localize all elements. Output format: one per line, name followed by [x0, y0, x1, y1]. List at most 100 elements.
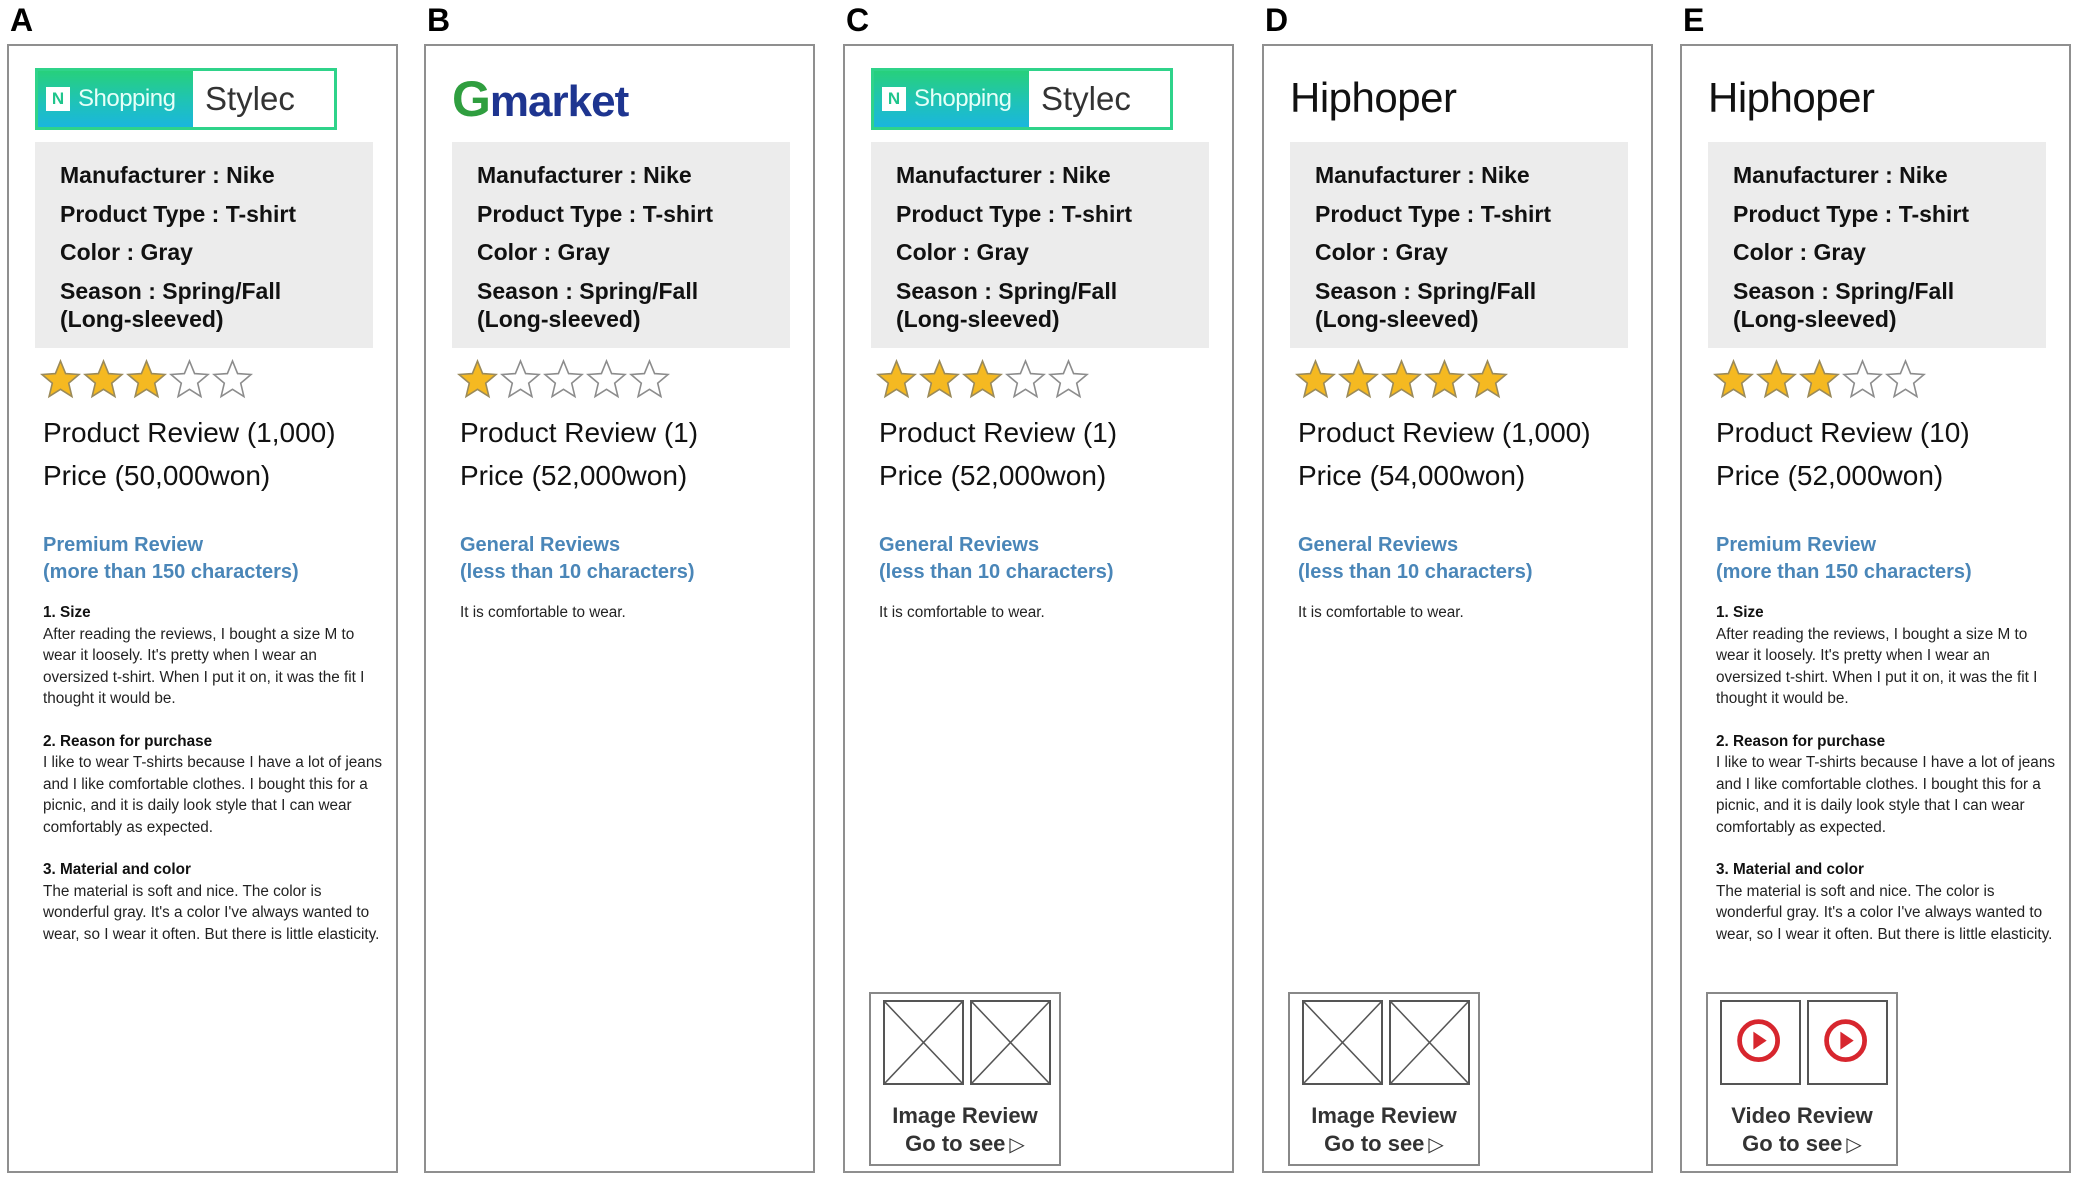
nshopping-stylec-logo: N Shopping Stylec	[35, 68, 337, 130]
review-type-heading: Premium Review (more than 150 characters…	[43, 532, 299, 586]
go-to-see-text: Go to see	[905, 1131, 1006, 1156]
spec-color: Color : Gray	[1733, 239, 1866, 265]
product-price: Price (52,000won)	[460, 460, 688, 491]
review-type-title: Premium Review	[1716, 534, 1877, 556]
store-name-logo: Hiphoper	[1708, 74, 1875, 121]
image-placeholder-icon	[1304, 1002, 1381, 1083]
review-section-text: I like to wear T-shirts because I have a…	[43, 754, 382, 836]
review-section-text: The material is soft and nice. The color…	[43, 882, 380, 943]
product-card: Hiphoper Manufacturer : Nike Product Typ…	[1680, 44, 2071, 1173]
spec-season-note: (Long-sleeved)	[896, 305, 1060, 332]
review-type-heading: General Reviews (less than 10 characters…	[1298, 532, 1533, 586]
image-thumbnail[interactable]	[970, 1000, 1051, 1085]
product-spec-box: Manufacturer : Nike Product Type : T-shi…	[1708, 142, 2046, 348]
gmarket-logo: Gmarket	[452, 70, 629, 128]
product-review-count[interactable]: Product Review (1)	[460, 417, 698, 449]
star-filled-icon	[1799, 359, 1840, 399]
arrow-right-icon: ▷	[1009, 1134, 1025, 1156]
panel-label: C	[846, 2, 870, 38]
product-spec-box: Manufacturer : Nike Product Type : T-shi…	[871, 142, 1209, 348]
star-filled-icon	[1338, 359, 1379, 399]
go-to-see-link[interactable]: Go to see ▷	[871, 1130, 1059, 1159]
spec-season-note: (Long-sleeved)	[60, 305, 224, 332]
image-review-link[interactable]: Image Review Go to see ▷	[869, 992, 1061, 1166]
media-review-label: Image Review Go to see ▷	[1290, 1102, 1478, 1159]
review-section-title: 2. Reason for purchase	[43, 732, 213, 750]
media-review-title: Image Review	[1311, 1103, 1457, 1128]
star-filled-icon	[1756, 359, 1797, 399]
product-card: Hiphoper Manufacturer : Nike Product Typ…	[1262, 44, 1653, 1173]
product-card: Gmarket Manufacturer : Nike Product Type…	[424, 44, 815, 1173]
image-review-link[interactable]: Image Review Go to see ▷	[1288, 992, 1480, 1166]
star-empty-icon	[543, 359, 584, 399]
product-price: Price (52,000won)	[879, 460, 1107, 491]
spec-color: Color : Gray	[477, 239, 610, 265]
star-rating	[1295, 359, 1508, 400]
review-section-title: 3. Material and color	[1716, 861, 1864, 878]
product-review-count[interactable]: Product Review (1,000)	[43, 417, 336, 449]
condition-panel-b: B Gmarket Manufacturer : Nike Product Ty…	[424, 0, 819, 1179]
product-review-count[interactable]: Product Review (10)	[1716, 417, 1970, 449]
panel-label: A	[10, 2, 34, 38]
store-logo-area: Hiphoper	[1290, 68, 1457, 134]
review-section-text: After reading the reviews, I bought a si…	[1716, 625, 2038, 708]
image-thumbnail[interactable]	[1389, 1000, 1470, 1085]
star-filled-icon	[126, 359, 167, 399]
review-type-title: General Reviews	[1298, 534, 1459, 556]
star-rating	[876, 359, 1089, 400]
video-thumbnail[interactable]	[1807, 1000, 1888, 1085]
store-logo-area: Hiphoper	[1708, 68, 1875, 134]
review-type-title: General Reviews	[460, 534, 621, 556]
naver-n-icon: N	[46, 87, 70, 111]
spec-product-type: Product Type : T-shirt	[477, 200, 713, 227]
spec-manufacturer: Manufacturer : Nike	[1733, 162, 1948, 188]
review-type-heading: General Reviews (less than 10 characters…	[460, 532, 695, 586]
star-empty-icon	[586, 359, 627, 399]
video-review-link[interactable]: Video Review Go to see ▷	[1706, 992, 1898, 1166]
star-rating	[40, 359, 253, 400]
spec-color: Color : Gray	[60, 239, 193, 265]
video-thumbnail[interactable]	[1720, 1000, 1801, 1085]
star-rating	[457, 359, 670, 400]
review-type-note: (less than 10 characters)	[879, 561, 1114, 583]
go-to-see-link[interactable]: Go to see ▷	[1708, 1130, 1896, 1159]
nshopping-stylec-logo: N Shopping Stylec	[871, 68, 1173, 130]
image-placeholder-icon	[972, 1002, 1049, 1083]
star-filled-icon	[876, 359, 917, 399]
review-section: 3. Material and color The material is so…	[1716, 859, 2056, 945]
play-button-icon	[1824, 1019, 1867, 1062]
nshopping-badge: N Shopping	[38, 71, 193, 127]
media-review-title: Image Review	[892, 1103, 1038, 1128]
image-thumbnail[interactable]	[1302, 1000, 1383, 1085]
review-type-note: (less than 10 characters)	[460, 561, 695, 583]
star-empty-icon	[500, 359, 541, 399]
arrow-right-icon: ▷	[1428, 1134, 1444, 1156]
product-review-count[interactable]: Product Review (1,000)	[1298, 417, 1591, 449]
review-section: 3. Material and color The material is so…	[43, 859, 383, 945]
spec-season-note: (Long-sleeved)	[1733, 305, 1897, 332]
star-filled-icon	[457, 359, 498, 399]
spec-season-note: (Long-sleeved)	[1315, 305, 1479, 332]
spec-product-type: Product Type : T-shirt	[60, 200, 296, 227]
product-price: Price (52,000won)	[1716, 460, 1944, 491]
panel-label: B	[427, 2, 451, 38]
image-placeholder-icon	[885, 1002, 962, 1083]
product-spec-box: Manufacturer : Nike Product Type : T-shi…	[1290, 142, 1628, 348]
spec-season-note: (Long-sleeved)	[477, 305, 641, 332]
go-to-see-link[interactable]: Go to see ▷	[1290, 1130, 1478, 1159]
product-review-count[interactable]: Product Review (1)	[879, 417, 1117, 449]
general-review-text: It is comfortable to wear.	[879, 604, 1045, 621]
store-logo-area: N Shopping Stylec	[35, 68, 337, 134]
star-filled-icon	[1713, 359, 1754, 399]
shopping-label: Shopping	[914, 85, 1012, 112]
review-type-title: General Reviews	[879, 534, 1040, 556]
premium-review-text: 1. Size After reading the reviews, I bou…	[43, 602, 383, 966]
product-price: Price (50,000won)	[43, 460, 271, 491]
star-empty-icon	[1842, 359, 1883, 399]
condition-panel-e: E Hiphoper Manufacturer : Nike Product T…	[1680, 0, 2075, 1179]
image-placeholder-icon	[1391, 1002, 1468, 1083]
media-review-label: Video Review Go to see ▷	[1708, 1102, 1896, 1159]
review-type-heading: Premium Review (more than 150 characters…	[1716, 532, 1972, 586]
review-section: 2. Reason for purchase I like to wear T-…	[43, 731, 383, 839]
image-thumbnail[interactable]	[883, 1000, 964, 1085]
